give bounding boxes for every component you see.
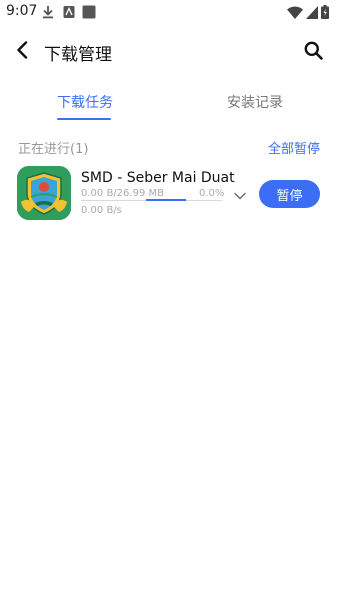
chevron-left-icon xyxy=(16,41,28,63)
status-time: 9:07 xyxy=(6,3,38,19)
download-percent: 0.0% xyxy=(199,188,225,199)
pause-button[interactable]: 暂停 xyxy=(259,180,320,208)
pause-all-button[interactable]: 全部暂停 xyxy=(268,138,320,157)
square-notification-icon xyxy=(82,4,96,23)
app-header: 下载管理 xyxy=(0,30,337,74)
battery-icon xyxy=(321,4,329,23)
search-button[interactable] xyxy=(301,40,325,64)
app-icon xyxy=(17,166,71,220)
wifi-icon xyxy=(287,4,303,23)
download-icon xyxy=(42,4,54,23)
status-bar: 9:07 xyxy=(0,0,337,24)
tab-bar: 下载任务 安装记录 xyxy=(0,86,337,122)
app-notification-icon xyxy=(63,4,75,23)
tab-download-tasks[interactable]: 下载任务 xyxy=(57,92,113,112)
in-progress-label: 正在进行(1) xyxy=(18,142,89,157)
chevron-down-icon xyxy=(234,185,246,204)
signal-icon xyxy=(306,4,318,23)
active-tab-indicator xyxy=(57,118,111,120)
expand-button[interactable] xyxy=(232,186,248,202)
back-button[interactable] xyxy=(10,40,34,64)
tab-install-records[interactable]: 安装记录 xyxy=(227,92,283,112)
progress-fill xyxy=(146,199,186,201)
status-right-icons xyxy=(287,4,329,23)
search-icon xyxy=(304,41,323,64)
download-speed: 0.00 B/s xyxy=(81,205,122,216)
app-name: SMD - Seber Mai Duat xyxy=(81,170,235,186)
download-size: 0.00 B/26.99 MB xyxy=(81,188,164,199)
page-title: 下载管理 xyxy=(44,45,112,65)
